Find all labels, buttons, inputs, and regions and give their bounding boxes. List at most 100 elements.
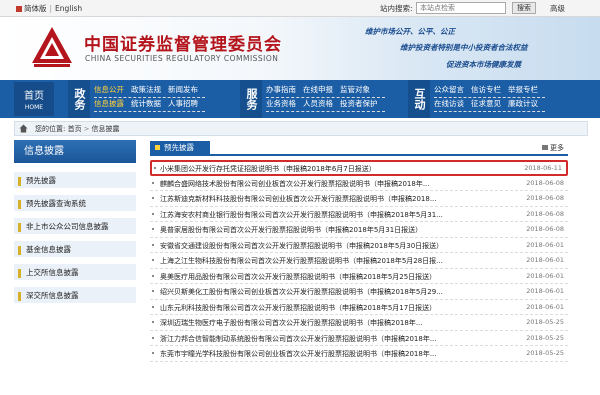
- list-item-date: 2018-05-25: [526, 318, 564, 326]
- nav-link-regulated-entities[interactable]: 监管对象: [340, 84, 370, 95]
- bullet-dot-icon: [152, 352, 154, 354]
- list-item[interactable]: 东莞市宇瞳光学科技股份有限公司创业板首次公开发行股票招股说明书（申报稿2018年…: [150, 346, 568, 362]
- nav-link-business-qualification[interactable]: 业务资格: [266, 98, 296, 109]
- site-title: 中国证券监督管理委员会: [84, 35, 282, 55]
- nav-link-guide[interactable]: 办事指南: [266, 84, 296, 95]
- list-item[interactable]: 浙江力邦合信智能制动系统股份有限公司首次公开发行股票招股说明书（申报稿2018年…: [150, 331, 568, 346]
- lang-separator: |: [49, 4, 53, 13]
- list-item-date: 2018-06-08: [526, 178, 564, 187]
- list-item[interactable]: 上海之江生物科技股份有限公司首次公开发行股票招股说明书（申报稿2018年5月28…: [150, 253, 568, 269]
- sidebar-item-label: 预先披露查询系统: [26, 199, 86, 208]
- nav-link-online-interview[interactable]: 在线访谈: [434, 98, 464, 109]
- bullet-dot-icon: [152, 259, 154, 261]
- nav-link-online-filing[interactable]: 在线申报: [303, 84, 333, 95]
- nav-link-petition[interactable]: 信访专栏: [471, 84, 501, 95]
- nav-section-label: 政务: [68, 80, 90, 118]
- list-item-date: 2018-05-25: [526, 333, 564, 342]
- list-item-date: 2018-06-08: [526, 209, 564, 218]
- nav-link-personnel-qualification[interactable]: 人员资格: [303, 98, 333, 109]
- disclosure-list-panel: 预先披露 更多 小米集团公开发行存托凭证招股说明书（申报稿2018年6月7日报送…: [150, 140, 568, 395]
- sidebar-item-label: 上交所信息披露: [26, 268, 79, 277]
- bullet-dot-icon: [152, 336, 154, 339]
- nav-link-policy[interactable]: 政策法规: [131, 84, 161, 95]
- search-label: 站内搜索:: [380, 4, 413, 13]
- breadcrumb-home-link[interactable]: 首页: [68, 125, 82, 133]
- nav-link-report[interactable]: 举报专栏: [508, 84, 538, 95]
- nav-link-recruitment[interactable]: 人事招聘: [168, 98, 198, 109]
- list-item-title[interactable]: 麒麟合盛网络技术股份有限公司创业板首次公开发行股票招股说明书（申报稿2018年.…: [160, 179, 490, 189]
- csrc-logo-icon[interactable]: [30, 25, 74, 69]
- tab-underline: [150, 154, 568, 156]
- sidebar-item-label: 深交所信息披露: [26, 291, 79, 300]
- nav-link-info-disclosure[interactable]: 信息披露: [94, 98, 124, 109]
- list-item[interactable]: 绍兴贝斯美化工股份有限公司创业板首次公开发行股票招股说明书（申报稿2018年5月…: [150, 284, 568, 300]
- list-item[interactable]: 江苏海安农村商业银行股份有限公司首次公开发行股票招股说明书（申报稿2018年5月…: [150, 207, 568, 222]
- list-item-title[interactable]: 东莞市宇瞳光学科技股份有限公司创业板首次公开发行股票招股说明书（申报稿2018年…: [160, 349, 490, 359]
- list-item-title[interactable]: 上海之江生物科技股份有限公司首次公开发行股票招股说明书（申报稿2018年5月28…: [160, 256, 490, 266]
- bullet-dot-icon: [152, 290, 154, 292]
- bullet-dot-icon: [152, 228, 154, 230]
- list-item-date: 2018-06-01: [526, 271, 564, 280]
- sidebar-item-pre-disclosure[interactable]: 预先披露: [14, 172, 136, 189]
- bullet-dot-icon: [152, 305, 154, 308]
- bullet-dot-icon: [152, 274, 154, 277]
- list-item[interactable]: 山东元利科技股份有限公司首次公开发行股票招股说明书（申报稿2018年5月17日报…: [150, 300, 568, 315]
- nav-link-public-message[interactable]: 公众留言: [434, 84, 464, 95]
- bullet-dot-icon: [152, 243, 154, 246]
- list-item-title[interactable]: 奥美医疗用品股份有限公司首次公开发行股票招股说明书（申报稿2018年5月25日报…: [160, 272, 490, 282]
- sidebar-item-sse-disclosure[interactable]: 上交所信息披露: [14, 264, 136, 281]
- list-item-title[interactable]: 安徽省交通建设股份有限公司首次公开发行股票招股说明书（申报稿2018年5月30日…: [160, 241, 490, 251]
- list-item-title[interactable]: 小米集团公开发行存托凭证招股说明书（申报稿2018年6月7日报送）: [160, 164, 490, 174]
- search-button[interactable]: 搜索: [512, 2, 536, 14]
- nav-section-label: 互动: [408, 80, 430, 118]
- sidebar-item-label: 基金信息披露: [26, 245, 71, 254]
- search-input[interactable]: [416, 2, 506, 14]
- list-item[interactable]: 麒麟合盛网络技术股份有限公司创业板首次公开发行股票招股说明书（申报稿2018年.…: [150, 176, 568, 191]
- list-item[interactable]: 江苏斯迪克新材料科技股份有限公司创业板首次公开发行股票招股说明书（申报稿2018…: [150, 191, 568, 207]
- list-item-highlighted[interactable]: 小米集团公开发行存托凭证招股说明书（申报稿2018年6月7日报送） 2018-06…: [150, 160, 568, 176]
- nav-home-button[interactable]: 首页 HOME: [14, 82, 54, 116]
- home-icon: [19, 124, 28, 133]
- nav-link-investor-protection[interactable]: 投资者保护: [340, 98, 378, 109]
- tab-pre-disclosure[interactable]: 预先披露: [150, 141, 210, 155]
- more-icon: [542, 145, 548, 150]
- lang-simplified-link[interactable]: 简体版: [24, 4, 47, 13]
- list-item[interactable]: 奥美医疗用品股份有限公司首次公开发行股票招股说明书（申报稿2018年5月25日报…: [150, 269, 568, 284]
- slogan-line-3: 促进资本市场健康发展: [446, 60, 521, 69]
- list-item-title[interactable]: 深圳迈瑞生物医疗电子股份有限公司首次公开发行股票招股说明书（申报稿2018年..…: [160, 318, 490, 328]
- nav-link-solicit-opinions[interactable]: 征求意见: [471, 98, 501, 109]
- list-item-title[interactable]: 绍兴贝斯美化工股份有限公司创业板首次公开发行股票招股说明书（申报稿2018年5月…: [160, 287, 490, 297]
- list-item[interactable]: 安徽省交通建设股份有限公司首次公开发行股票招股说明书（申报稿2018年5月30日…: [150, 238, 568, 253]
- list-item-title[interactable]: 江苏斯迪克新材料科技股份有限公司创业板首次公开发行股票招股说明书（申报稿2018…: [160, 194, 490, 204]
- bullet-bar-icon: [18, 291, 21, 301]
- list-item[interactable]: 深圳迈瑞生物医疗电子股份有限公司首次公开发行股票招股说明书（申报稿2018年..…: [150, 315, 568, 331]
- lang-english-link[interactable]: English: [55, 4, 82, 13]
- list-item-title[interactable]: 奥普家居股份有限公司首次公开发行股票招股说明书（申报稿2018年5月31日报送）: [160, 225, 490, 235]
- nav-link-news[interactable]: 新闻发布: [168, 84, 198, 95]
- nav-section-label: 服务: [240, 80, 262, 118]
- list-item-title[interactable]: 山东元利科技股份有限公司首次公开发行股票招股说明书（申报稿2018年5月17日报…: [160, 303, 490, 313]
- bullet-bar-icon: [18, 222, 21, 232]
- sidebar-item-fund-disclosure[interactable]: 基金信息披露: [14, 241, 136, 258]
- nav-link-statistics[interactable]: 统计数据: [131, 98, 161, 109]
- advanced-search-link[interactable]: 高级: [550, 3, 565, 14]
- list-item-date: 2018-06-01: [526, 302, 564, 311]
- nav-link-integrity[interactable]: 廉政计议: [508, 98, 538, 109]
- sidebar-item-nonlisted-disclosure[interactable]: 非上市公众公司信息披露: [14, 218, 136, 235]
- sidebar-item-pre-disclosure-query[interactable]: 预先披露查询系统: [14, 195, 136, 212]
- list-item-title[interactable]: 浙江力邦合信智能制动系统股份有限公司首次公开发行股票招股说明书（申报稿2018年…: [160, 334, 490, 344]
- nav-link-info-disclosure-public[interactable]: 信息公开: [94, 84, 124, 95]
- list-item-date: 2018-06-08: [526, 225, 564, 233]
- list-item-date: 2018-05-25: [526, 349, 564, 357]
- disclosure-list: 小米集团公开发行存托凭证招股说明书（申报稿2018年6月7日报送） 2018-06…: [150, 160, 568, 362]
- sidebar-title: 信息披露: [14, 140, 136, 163]
- more-link[interactable]: 更多: [542, 143, 564, 153]
- list-item-title[interactable]: 江苏海安农村商业银行股份有限公司首次公开发行股票招股说明书（申报稿2018年5月…: [160, 210, 490, 220]
- site-banner: 中国证券监督管理委员会 CHINA SECURITIES REGULATORY …: [0, 17, 600, 80]
- sidebar-item-szse-disclosure[interactable]: 深交所信息披露: [14, 287, 136, 304]
- bullet-bar-icon: [18, 245, 21, 255]
- list-item[interactable]: 奥普家居股份有限公司首次公开发行股票招股说明书（申报稿2018年5月31日报送）…: [150, 222, 568, 238]
- nav-section-service: 服务 办事指南 在线申报 监管对象 业务资格 人员资格 投资者保护: [240, 80, 400, 118]
- language-switcher: 简体版 | English: [16, 3, 82, 14]
- bullet-dot-icon: [152, 212, 154, 215]
